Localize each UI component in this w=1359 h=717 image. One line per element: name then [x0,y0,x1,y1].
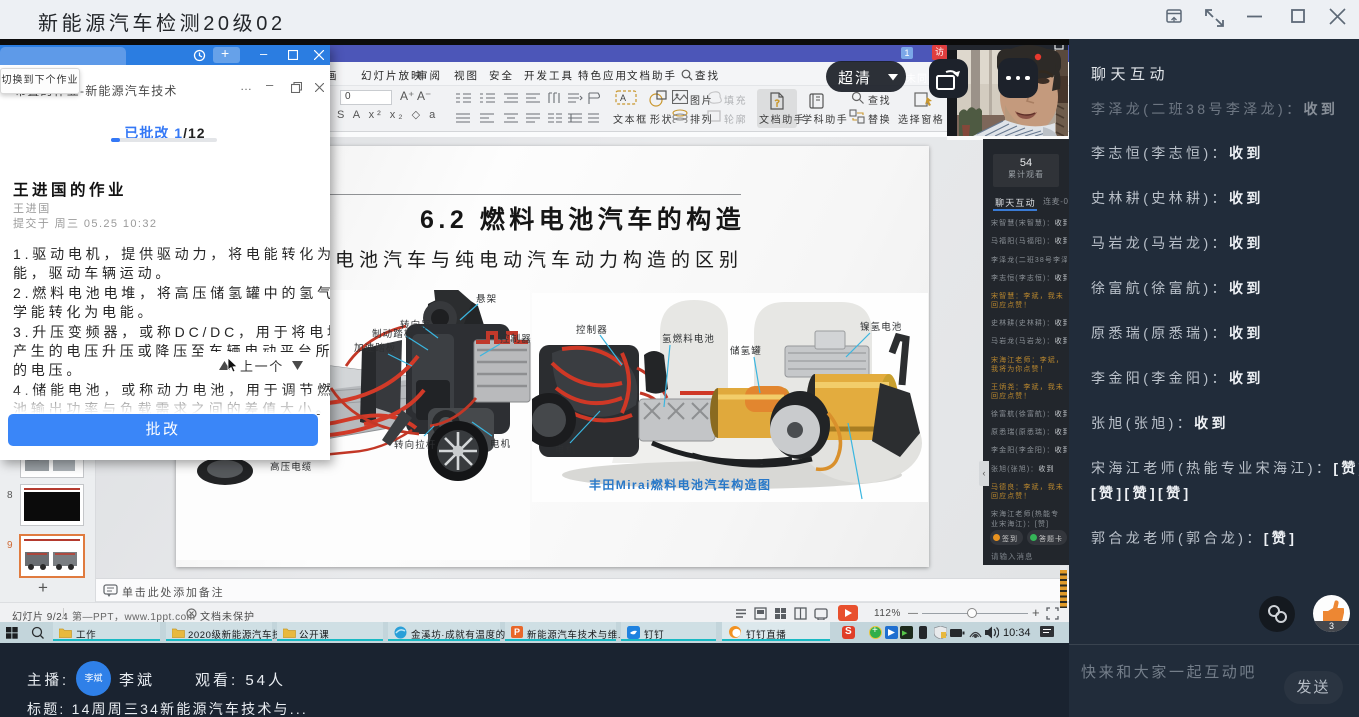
svg-text:制动踏板: 制动踏板 [372,328,414,340]
svg-text:储氢罐: 储氢罐 [730,345,762,357]
svg-text:电机: 电机 [555,444,576,456]
svg-text:氢燃料电池: 氢燃料电池 [662,333,715,345]
svg-text:控制器: 控制器 [500,333,532,345]
svg-text:控制器: 控制器 [576,324,608,336]
svg-text:镍氢电池: 镍氢电池 [860,321,902,333]
svg-text:悬架: 悬架 [476,294,497,305]
svg-text:高压电缆: 高压电缆 [270,461,312,473]
svg-text:加速踏板: 加速踏板 [354,342,396,354]
svg-text:A: A [620,93,626,103]
svg-text:电机: 电机 [490,438,511,450]
svg-text:转向拉杆: 转向拉杆 [394,439,436,451]
